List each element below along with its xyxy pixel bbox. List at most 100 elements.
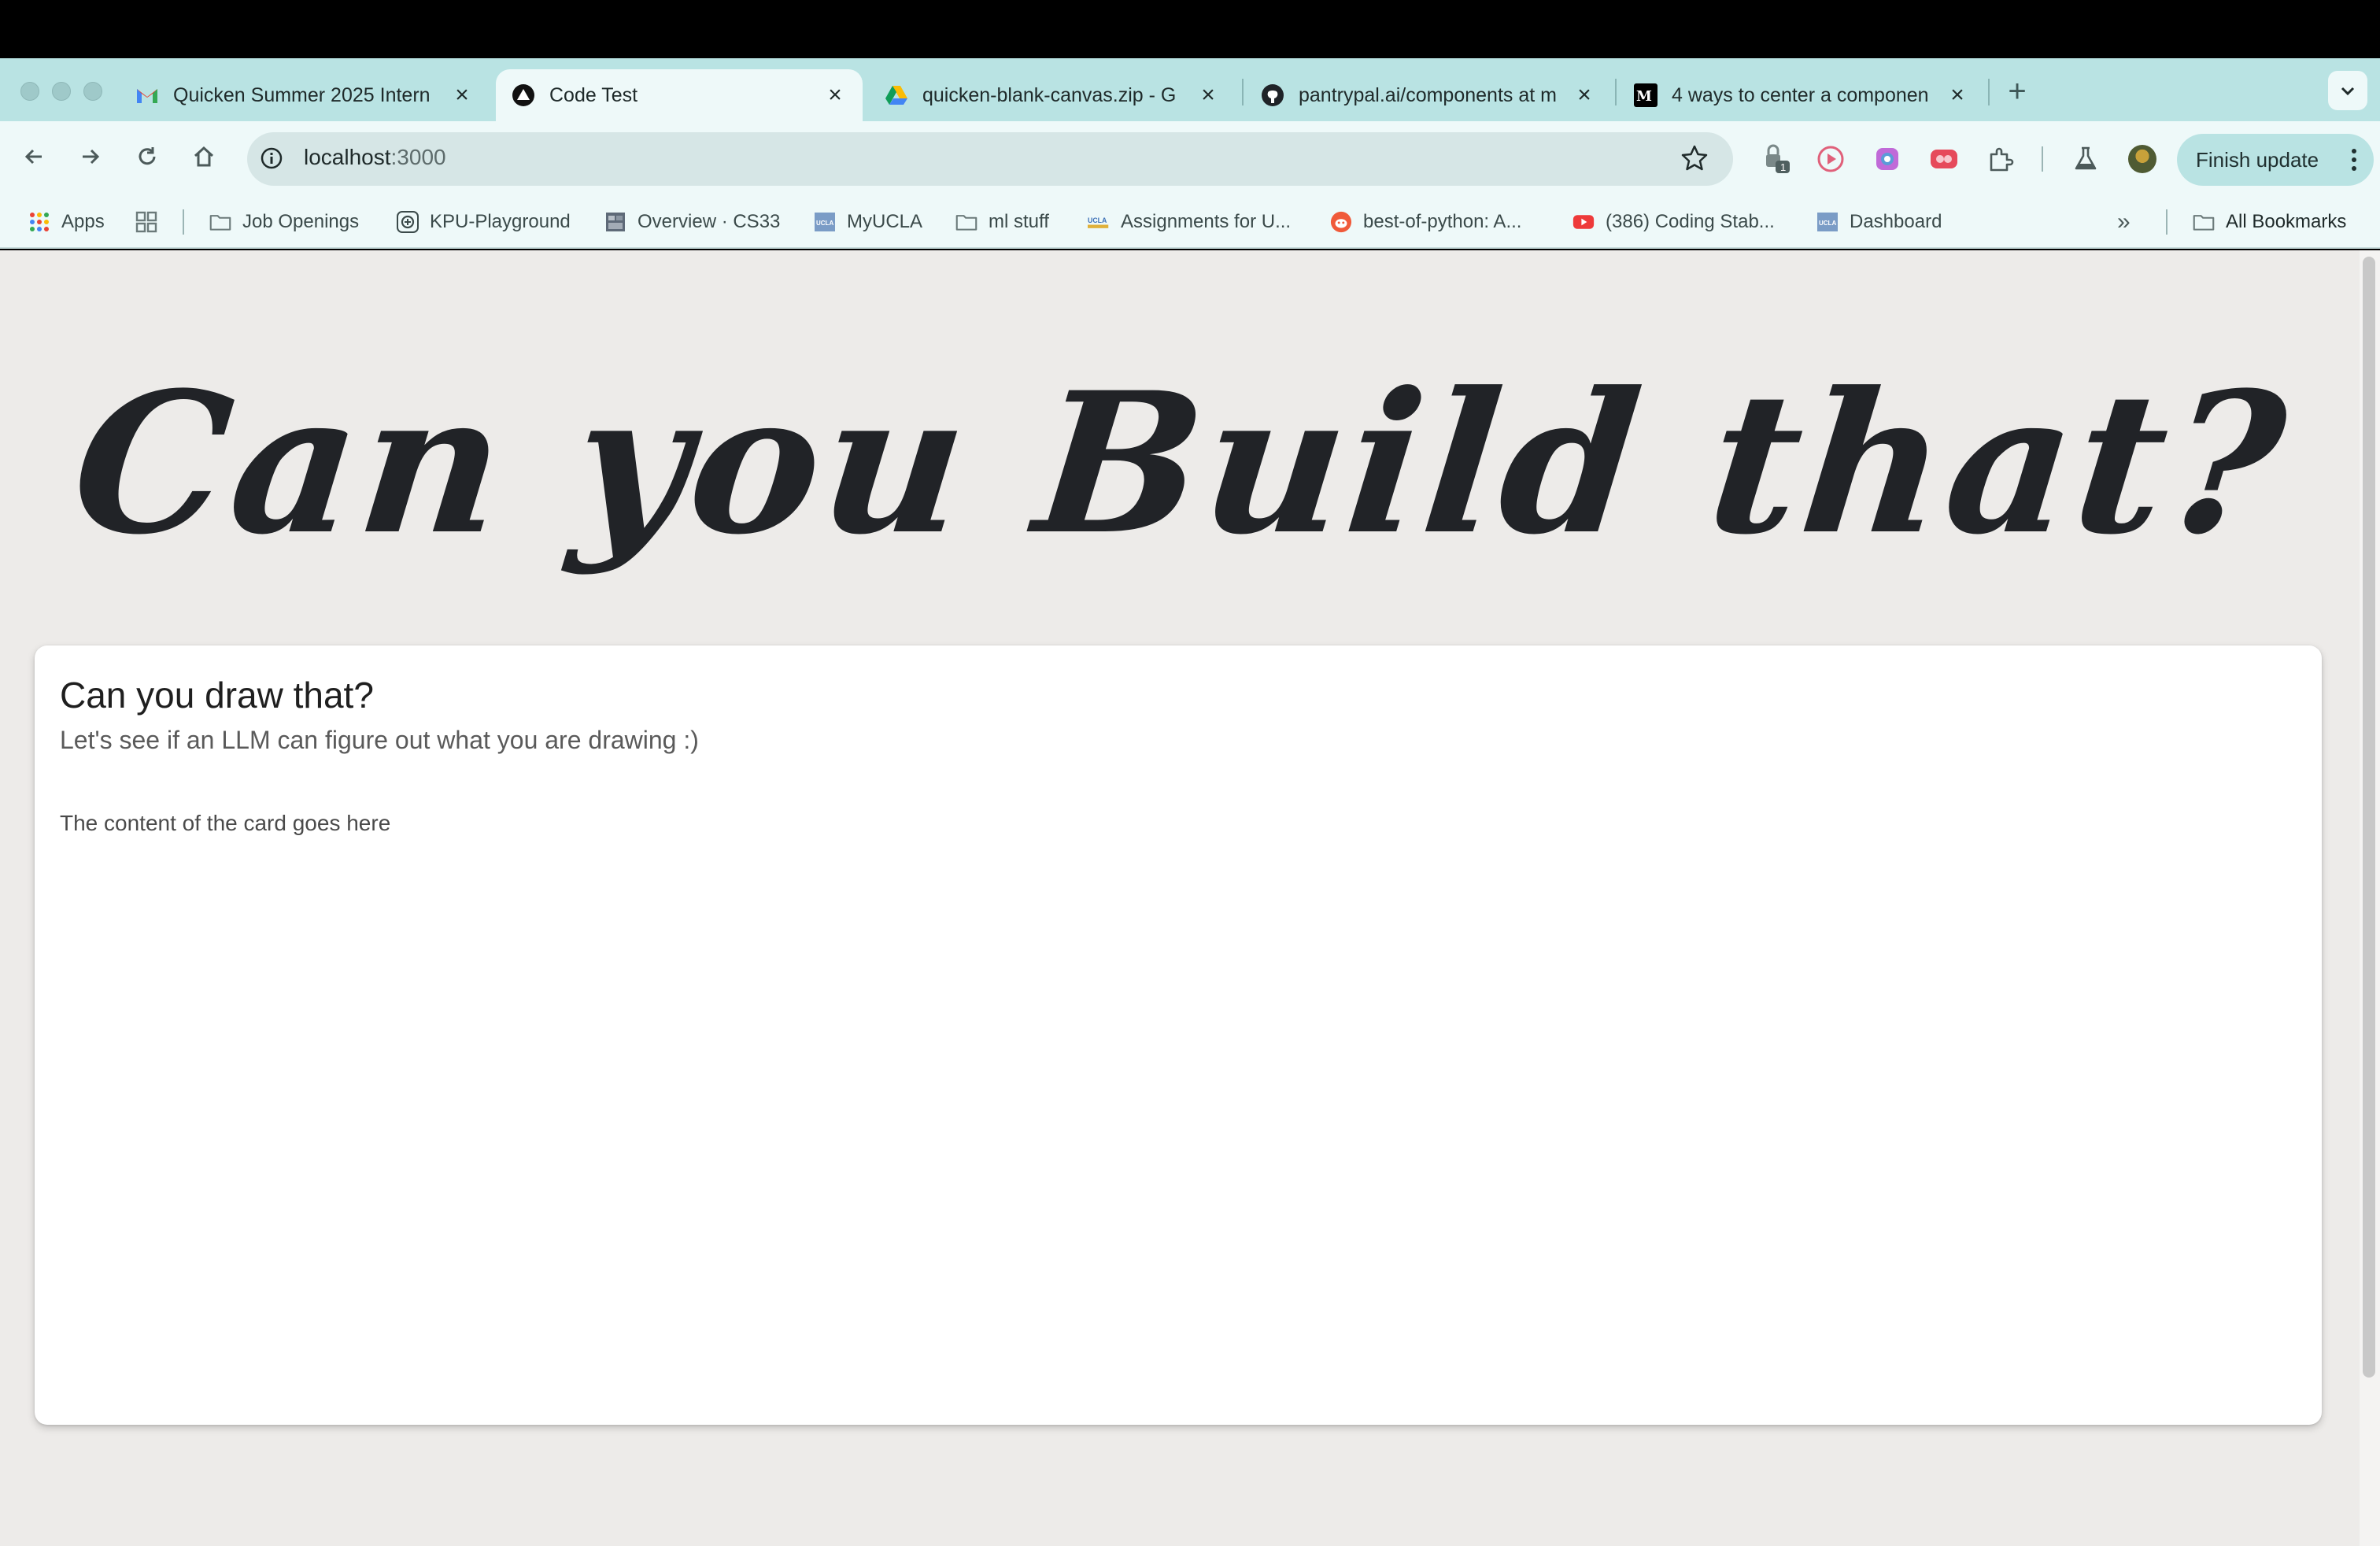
- window-zoom-button[interactable]: [83, 82, 102, 101]
- reload-button[interactable]: [129, 139, 165, 175]
- reddit-icon: [1330, 211, 1352, 233]
- close-icon[interactable]: ×: [1946, 83, 1969, 107]
- close-icon[interactable]: ×: [1572, 83, 1596, 107]
- toolbar-divider: [2042, 146, 2043, 172]
- url-port: :3000: [390, 145, 446, 169]
- drawing-card: [35, 645, 2322, 1425]
- new-tab-button[interactable]: +: [2004, 74, 2031, 109]
- forward-button[interactable]: [72, 139, 109, 175]
- bookmark-label: best-of-python: A...: [1363, 211, 1522, 232]
- extension-badge: 1: [1780, 161, 1786, 173]
- apps-grid-icon: [28, 211, 50, 233]
- tab-gmail[interactable]: Quicken Summer 2025 Intern ×: [120, 69, 490, 121]
- url-text[interactable]: localhost:3000: [304, 145, 446, 170]
- medium-icon: M: [1634, 83, 1658, 107]
- bookmark-label: Assignments for U...: [1121, 211, 1292, 232]
- page-hero-title: Can you Build that?: [63, 350, 2298, 578]
- openai-icon: [397, 211, 419, 233]
- extension-play-button[interactable]: [1815, 143, 1846, 175]
- folder-icon: [209, 211, 231, 233]
- tab-divider: [1988, 79, 1990, 105]
- folder-icon: [2193, 211, 2215, 233]
- page-icon: [604, 211, 626, 233]
- youtube-icon: [1572, 211, 1595, 233]
- bookmark-ml-stuff[interactable]: ml stuff: [955, 208, 1049, 236]
- puzzle-icon: [1990, 147, 2014, 172]
- tab-title: 4 ways to center a componen: [1672, 83, 1929, 106]
- bookmark-label: (386) Coding Stab...: [1606, 211, 1775, 232]
- extensions-button[interactable]: [1985, 143, 2016, 175]
- window-minimize-button[interactable]: [52, 82, 71, 101]
- tab-code-test[interactable]: Code Test ×: [496, 69, 863, 121]
- profile-avatar[interactable]: [2128, 145, 2156, 173]
- bookmark-kpu-playground[interactable]: KPU-Playground: [397, 208, 571, 236]
- tab-title: Code Test: [549, 83, 638, 106]
- close-icon[interactable]: ×: [450, 83, 474, 107]
- triangle-logo-icon: [512, 83, 535, 107]
- arrow-right-icon: [83, 149, 100, 165]
- bookmark-label: KPU-Playground: [430, 211, 571, 232]
- bookmarks-divider: [183, 209, 184, 235]
- labs-button[interactable]: [2070, 143, 2101, 175]
- card-title: Can you draw that?: [60, 675, 374, 716]
- flask-icon: [2075, 146, 2097, 170]
- arrow-left-icon: [24, 149, 42, 165]
- bookmark-myucla[interactable]: UCLA MyUCLA: [814, 208, 922, 236]
- google-drive-icon: [885, 83, 908, 107]
- back-button[interactable]: [16, 139, 52, 175]
- github-icon: [1261, 83, 1284, 107]
- tab-groups-button[interactable]: [135, 208, 168, 236]
- bookmark-label: All Bookmarks: [2226, 211, 2347, 232]
- tab-search-button[interactable]: [2328, 71, 2367, 110]
- card-content: The content of the card goes here: [60, 811, 391, 835]
- bookmark-label: Overview · CS33: [638, 211, 781, 232]
- site-info-icon[interactable]: [260, 146, 283, 170]
- svg-text:UCLA: UCLA: [1819, 220, 1836, 227]
- tab-google-drive[interactable]: quicken-blank-canvas.zip - G ×: [869, 69, 1236, 121]
- bookmark-label: Dashboard: [1850, 211, 1942, 232]
- reload-icon: [139, 147, 156, 165]
- bookmark-overview-cs33[interactable]: Overview · CS33: [604, 208, 780, 236]
- bookmark-star-icon[interactable]: [1680, 143, 1709, 173]
- menu-bar-blackout: [0, 0, 2380, 58]
- tab-medium[interactable]: M 4 ways to center a componen ×: [1618, 69, 1985, 121]
- finish-update-label: Finish update: [2196, 147, 2319, 172]
- tab-title: pantrypal.ai/components at m: [1299, 83, 1557, 106]
- ucla-icon: UCLA: [814, 211, 836, 233]
- bookmark-job-openings[interactable]: Job Openings: [209, 208, 359, 236]
- lock-icon: 1: [1766, 144, 1790, 173]
- bookmark-coding-stab[interactable]: (386) Coding Stab...: [1572, 208, 1775, 236]
- svg-text:UCLA: UCLA: [816, 220, 833, 227]
- extension-camera-button[interactable]: [1872, 143, 1903, 175]
- svg-text:M: M: [1636, 88, 1652, 105]
- bookmark-label: ml stuff: [989, 211, 1049, 232]
- bookmark-apps[interactable]: Apps: [28, 208, 105, 236]
- folder-icon: [955, 211, 978, 233]
- home-button[interactable]: [186, 139, 222, 175]
- finish-update-button[interactable]: Finish update: [2177, 134, 2374, 186]
- close-icon[interactable]: ×: [1196, 83, 1220, 107]
- bookmark-best-of-python[interactable]: best-of-python: A...: [1330, 208, 1521, 236]
- bookmarks-divider: [2166, 209, 2168, 235]
- kebab-menu-icon: [2352, 149, 2356, 171]
- extension-youtube-button[interactable]: [1928, 143, 1960, 175]
- tab-divider: [1615, 79, 1617, 105]
- bookmark-label: Apps: [61, 211, 105, 232]
- card-subtitle: Let's see if an LLM can figure out what …: [60, 726, 699, 754]
- all-bookmarks-button[interactable]: All Bookmarks: [2193, 208, 2346, 236]
- chevron-down-icon: [2341, 87, 2355, 96]
- ucla-icon: UCLA: [1816, 211, 1839, 233]
- bookmark-label: Job Openings: [242, 211, 360, 232]
- extension-lock-button[interactable]: 1: [1760, 143, 1791, 175]
- tab-github[interactable]: pantrypal.ai/components at m ×: [1245, 69, 1612, 121]
- address-bar[interactable]: [247, 132, 1733, 186]
- close-icon[interactable]: ×: [823, 83, 847, 107]
- home-icon: [194, 146, 214, 167]
- bookmarks-overflow-button[interactable]: »: [2117, 208, 2131, 236]
- camera-icon: [1876, 148, 1898, 170]
- youtube-icon: [1931, 150, 1957, 168]
- window-close-button[interactable]: [20, 82, 39, 101]
- bookmark-assignments[interactable]: UCLA Assignments for U...: [1088, 208, 1291, 236]
- tab-title: quicken-blank-canvas.zip - G: [922, 83, 1177, 106]
- bookmark-dashboard[interactable]: UCLA Dashboard: [1816, 208, 1942, 236]
